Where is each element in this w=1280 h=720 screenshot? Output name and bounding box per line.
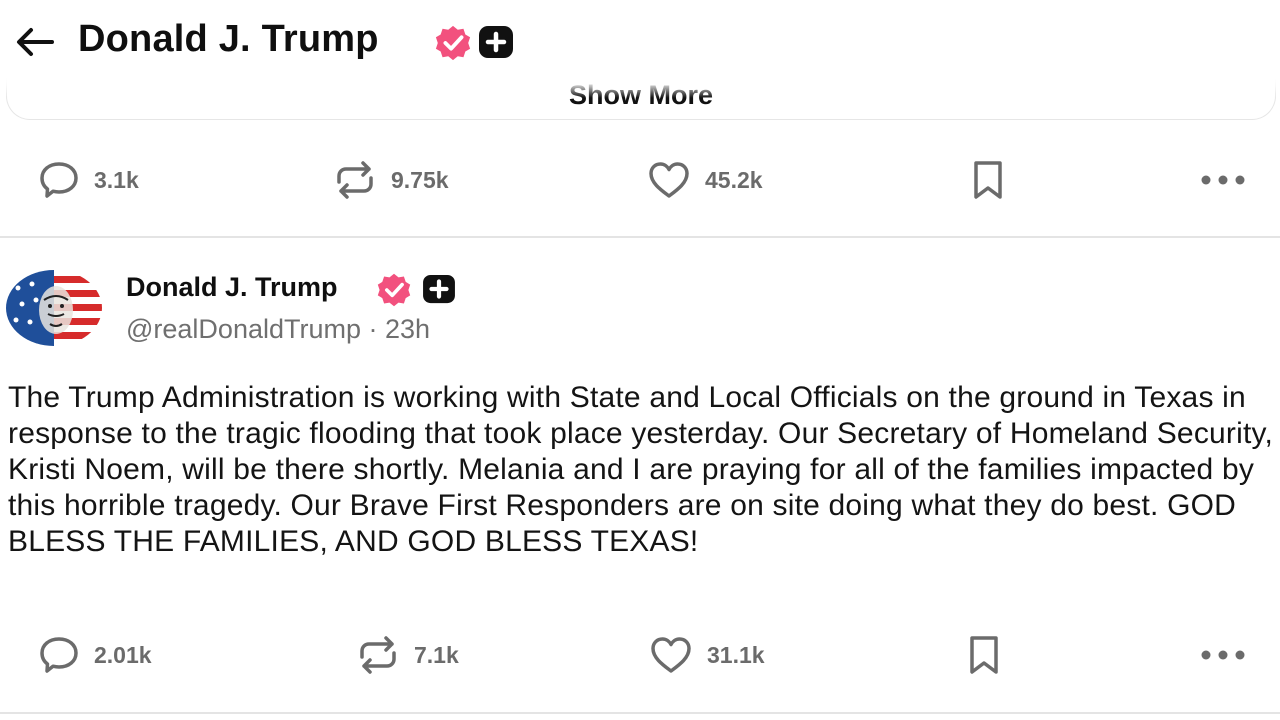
post-actions: 2.01k 7.1k 31.1k: [0, 630, 1280, 680]
previous-post-actions: 3.1k 9.75k 45.2k: [0, 155, 1280, 205]
bookmark-button[interactable]: [970, 155, 1006, 205]
like-count: 45.2k: [705, 166, 763, 193]
verified-badge-icon: [435, 25, 471, 61]
page-title: Donald J. Trump: [78, 18, 379, 60]
reply-count: 2.01k: [94, 641, 152, 668]
repost-arrows-icon: [360, 636, 396, 674]
repost-action[interactable]: 9.75k: [333, 155, 449, 205]
reply-action[interactable]: 2.01k: [38, 630, 152, 680]
comment-bubble-icon: [40, 162, 78, 198]
author-handle-timestamp: @realDonaldTrump · 23h: [126, 314, 431, 344]
avatar[interactable]: [6, 270, 102, 346]
bookmark-icon: [974, 161, 1002, 199]
profile-header: Donald J. Trump: [0, 0, 1280, 80]
reply-action[interactable]: 3.1k: [38, 155, 139, 205]
repost-action[interactable]: 7.1k: [356, 630, 459, 680]
more-options-button[interactable]: [1200, 630, 1246, 680]
repost-arrows-icon: [337, 161, 373, 199]
back-button[interactable]: [12, 22, 56, 62]
like-action[interactable]: 31.1k: [649, 630, 765, 680]
verified-badge-icon: [377, 273, 411, 307]
bookmark-button[interactable]: [966, 630, 1002, 680]
subscription-plus-icon: [423, 274, 455, 304]
like-action[interactable]: 45.2k: [647, 155, 763, 205]
more-dots-icon: [1201, 175, 1245, 185]
more-options-button[interactable]: [1200, 155, 1246, 205]
like-count: 31.1k: [707, 641, 765, 668]
heart-icon: [651, 637, 691, 673]
comment-bubble-icon: [40, 637, 78, 673]
post-divider: [0, 236, 1280, 238]
arrow-left-icon: [17, 28, 54, 56]
repost-count: 7.1k: [414, 641, 459, 668]
reply-count: 3.1k: [94, 166, 139, 193]
heart-icon: [649, 162, 689, 198]
more-dots-icon: [1201, 650, 1245, 660]
author-name[interactable]: Donald J. Trump: [126, 272, 338, 303]
subscription-plus-icon: [479, 26, 513, 58]
avatar-image: [6, 270, 102, 346]
post-divider: [0, 712, 1280, 714]
bookmark-icon: [970, 636, 998, 674]
post-text: The Trump Administration is working with…: [8, 381, 1274, 558]
repost-count: 9.75k: [391, 166, 449, 193]
show-more-button[interactable]: Show More: [7, 80, 1275, 111]
